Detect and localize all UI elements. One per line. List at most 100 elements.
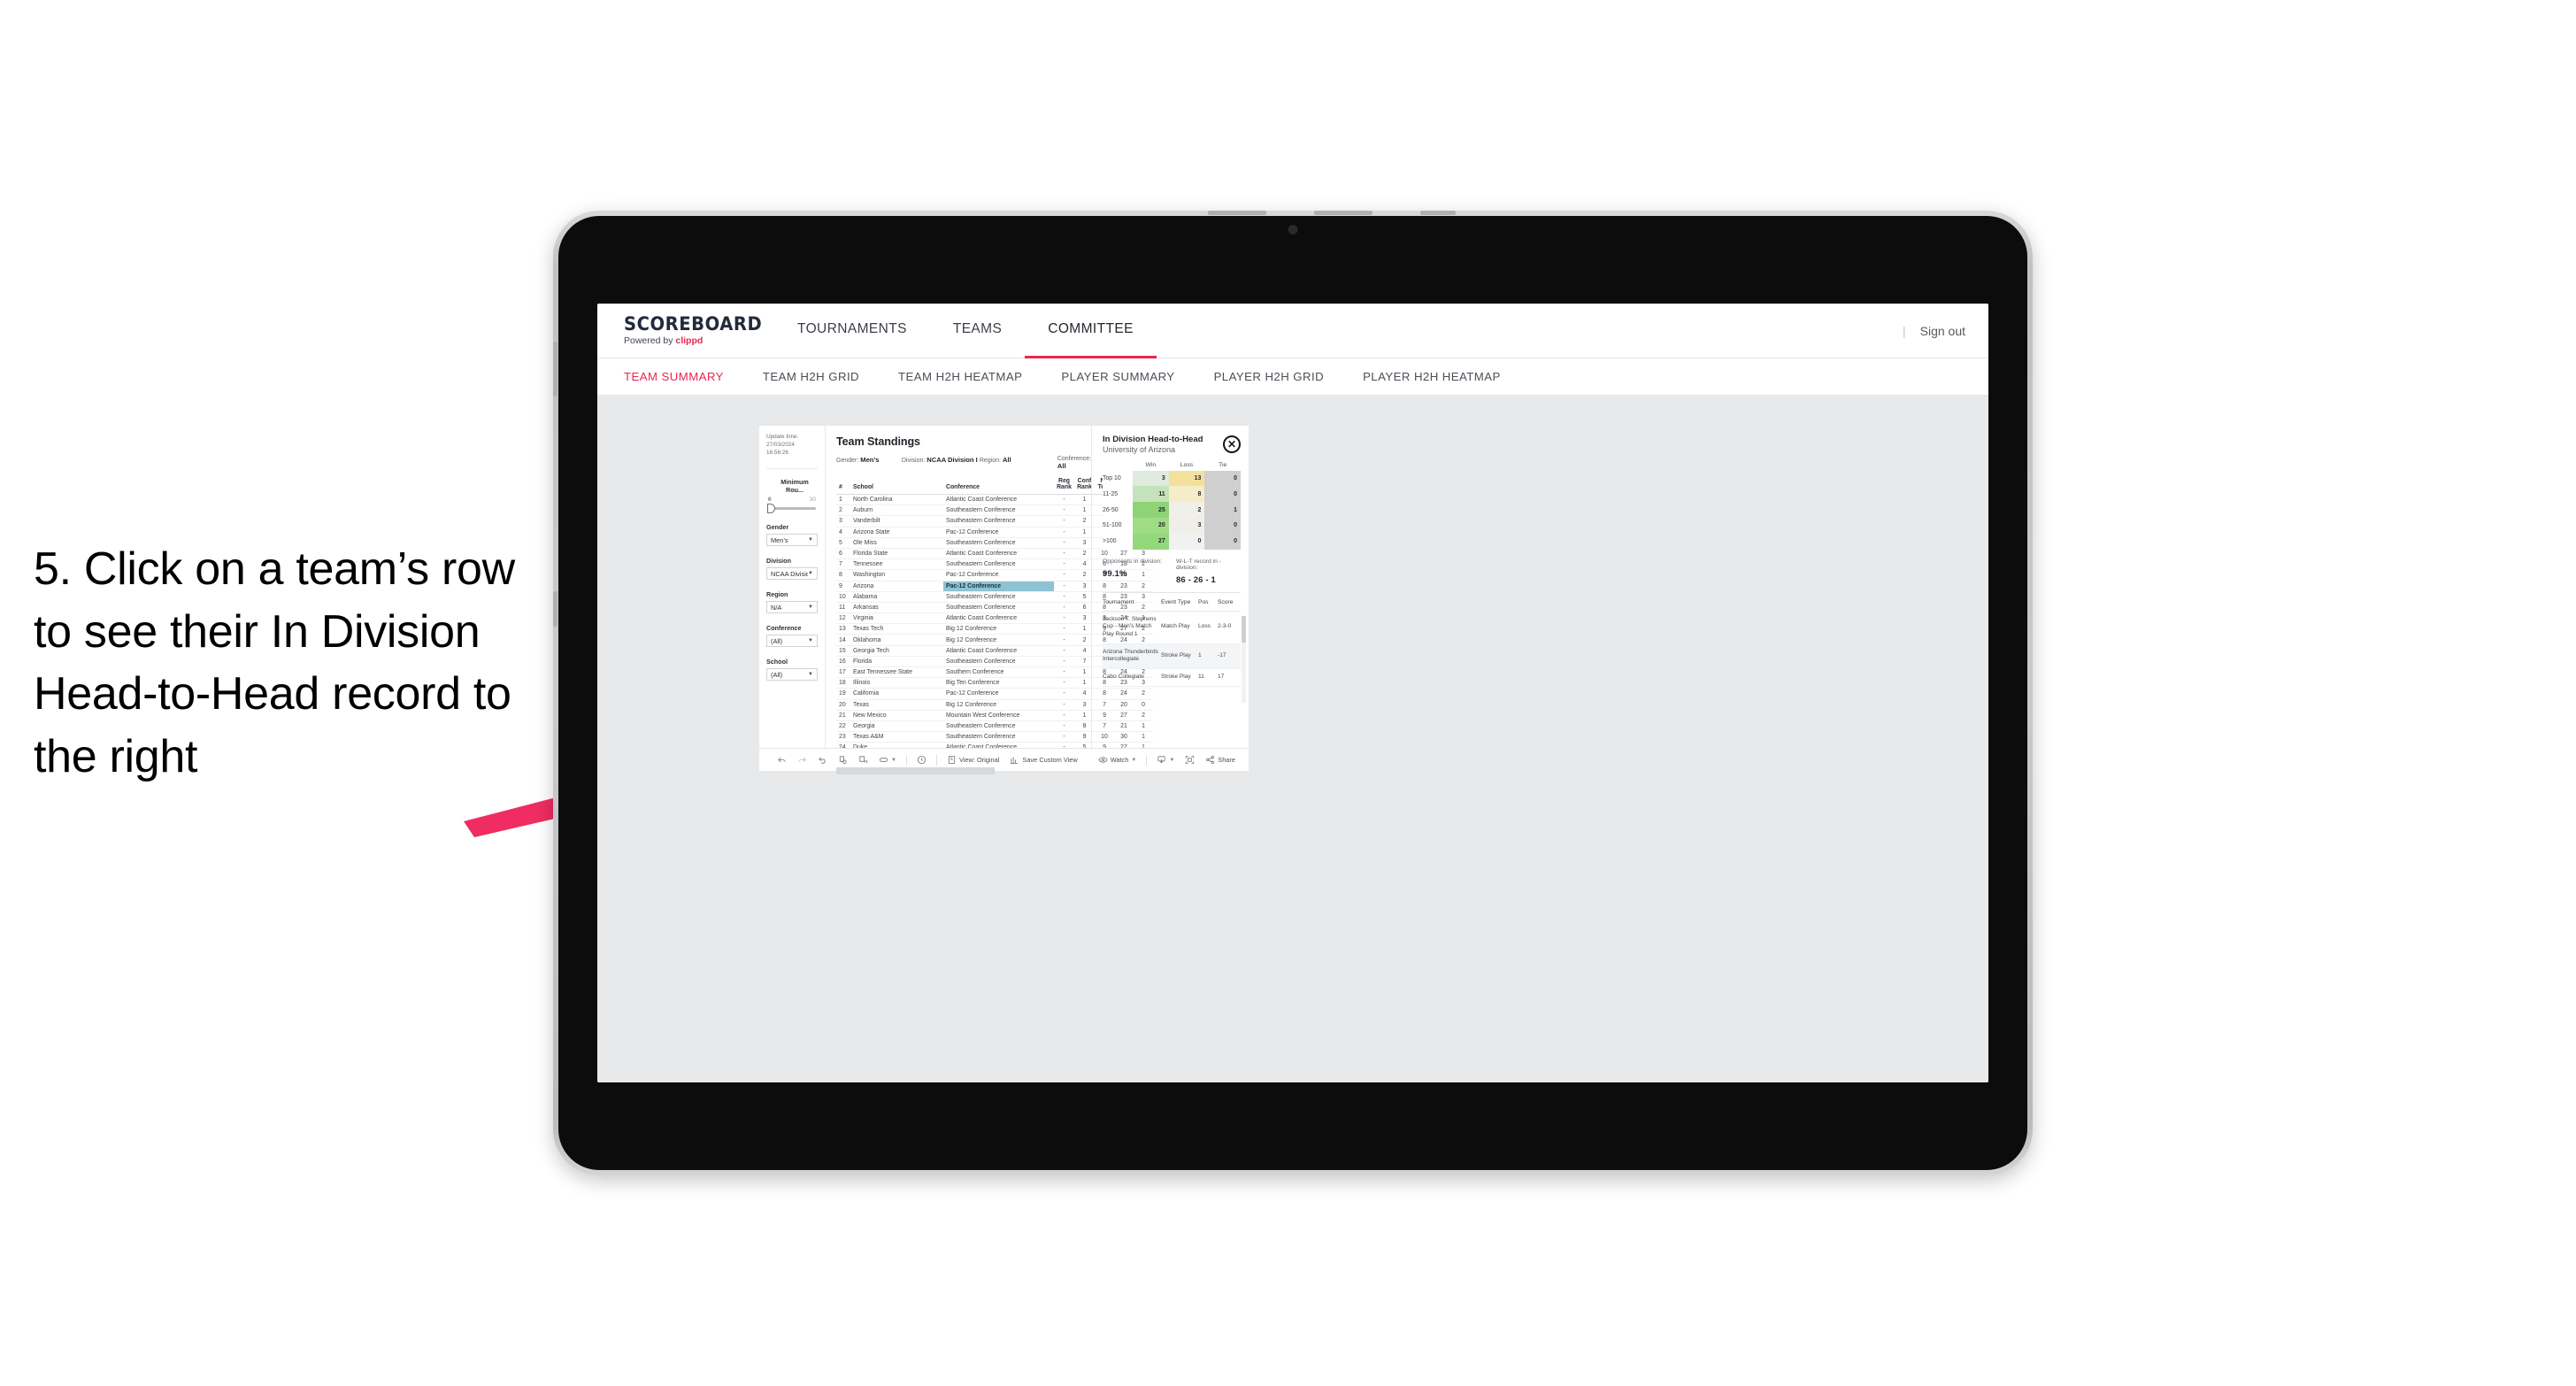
detail-vertical-scrollbar[interactable] (1242, 616, 1246, 703)
tab-player-h2h-grid[interactable]: PLAYER H2H GRID (1195, 370, 1344, 383)
list-item[interactable]: Jackson T. Stephens Cup - Men’s Match Pl… (1103, 611, 1241, 644)
tablet-screen: SCOREBOARD Powered by clippd TOURNAMENTS… (597, 304, 1988, 1082)
reg-rank-cell: - (1054, 504, 1074, 517)
save-custom-view-button[interactable]: Save Custom View (1004, 755, 1082, 765)
conference-cell: Pac-12 Conference (943, 581, 1054, 592)
division-select[interactable]: NCAA Division I ▼ (766, 567, 818, 581)
school-cell: New Mexico (850, 710, 943, 721)
sign-out-link[interactable]: Sign out (1920, 324, 1965, 338)
tab-team-summary[interactable]: TEAM SUMMARY (624, 370, 743, 383)
conference-cell: Big 12 Conference (943, 699, 1054, 711)
th-rank[interactable]: # (836, 476, 850, 495)
redo-button[interactable] (792, 755, 812, 765)
reg-rank-cell: - (1054, 569, 1074, 581)
share-button[interactable]: Share (1200, 755, 1241, 765)
h2h-loss-cell: 13 (1168, 470, 1205, 487)
event-score-cell: -17 (1218, 643, 1241, 670)
slider-handle[interactable] (767, 504, 775, 514)
h2h-loss-cell: 3 (1168, 518, 1205, 534)
school-select[interactable]: (All) ▼ (766, 668, 818, 681)
th-loss: Loss (1180, 461, 1194, 468)
th-tournament[interactable]: Tournament (1103, 592, 1161, 612)
region-select[interactable]: N/A ▼ (766, 601, 818, 614)
reg-rank-cell: - (1054, 699, 1074, 711)
reg-rank-cell: - (1054, 656, 1074, 668)
reg-rank-cell: - (1054, 688, 1074, 700)
chevron-down-icon[interactable]: ▼ (1131, 758, 1136, 763)
redo-icon (798, 757, 806, 763)
dashboard-canvas: Update time: 27/03/2024 16:56:26 Minimum… (597, 396, 1988, 1082)
th-event-type[interactable]: Event Type (1161, 592, 1198, 612)
conference-cell: Big 12 Conference (943, 634, 1054, 646)
view-original-button[interactable]: View: Original (942, 755, 1004, 765)
watch-button[interactable]: Watch ▼ (1093, 755, 1142, 765)
refresh-data-button[interactable] (833, 755, 853, 765)
tablet-device-frame: SCOREBOARD Powered by clippd TOURNAMENTS… (553, 211, 2033, 1175)
list-item[interactable]: Arizona Thunderbirds Intercollegiate Stro… (1103, 643, 1241, 670)
event-score-cell: 17 (1218, 668, 1241, 687)
conference-select[interactable]: (All) ▼ (766, 635, 818, 648)
event-type-cell: Stroke Play (1161, 668, 1198, 687)
tab-player-h2h-heatmap[interactable]: PLAYER H2H HEATMAP (1343, 370, 1520, 383)
tab-team-h2h-heatmap[interactable]: TEAM H2H HEATMAP (879, 370, 1042, 383)
school-value: (All) (771, 670, 783, 679)
filter-region: Region N/A ▼ (766, 590, 818, 614)
fullscreen-button[interactable] (1180, 755, 1200, 765)
chevron-down-icon[interactable]: ▼ (891, 758, 896, 763)
tab-player-summary[interactable]: PLAYER SUMMARY (1042, 370, 1194, 383)
conference-cell: Southeastern Conference (943, 720, 1054, 733)
close-icon[interactable]: ✕ (1223, 435, 1241, 453)
rank-cell: 19 (836, 688, 850, 700)
history-button[interactable] (911, 755, 932, 765)
nav-item-tournaments[interactable]: TOURNAMENTS (774, 304, 930, 358)
view-shape-icon (879, 758, 888, 762)
reg-rank-cell: - (1054, 581, 1074, 592)
conference-cell: Southern Conference (943, 666, 1054, 679)
minimum-rounds-slider[interactable] (766, 504, 818, 514)
reg-rank-cell: - (1054, 634, 1074, 646)
rank-cell: 23 (836, 731, 850, 743)
th-school[interactable]: School (850, 476, 943, 495)
th-score[interactable]: Score (1218, 592, 1241, 612)
list-item[interactable]: Cabo Collegiate Stroke Play 11 17 (1103, 668, 1241, 687)
primary-nav: TOURNAMENTS TEAMS COMMITTEE (774, 304, 1157, 358)
conference-cell: Big 12 Conference (943, 623, 1054, 635)
conference-cell: Atlantic Coast Conference (943, 494, 1054, 506)
rank-cell: 15 (836, 645, 850, 657)
h2h-tie-cell: 0 (1204, 533, 1241, 550)
head-to-head-table-body: Top 10 3 13 0 11-25 11 8 0 26-50 25 2 1 51-100 20 3 0 >1… (1103, 470, 1241, 550)
chevron-down-icon[interactable]: ▼ (1169, 758, 1174, 763)
school-cell: Auburn (850, 504, 943, 517)
revert-button[interactable] (812, 755, 833, 765)
nav-item-committee[interactable]: COMMITTEE (1025, 304, 1157, 358)
breadcrumb-region-key: Region: (979, 458, 1001, 464)
reg-rank-cell: - (1054, 537, 1074, 549)
conference-cell: Southeastern Conference (943, 515, 1054, 527)
minimum-rounds-label: Minimum Rou... (780, 478, 809, 495)
conference-cell: Southeastern Conference (943, 656, 1054, 668)
th-reg-rank[interactable]: Reg Rank (1054, 476, 1074, 495)
fullscreen-icon (1186, 755, 1195, 765)
opponents-in-division-stat: Opponents in division: 99.1% (1103, 558, 1176, 584)
download-button[interactable]: ▼ (1151, 755, 1180, 765)
conference-value: (All) (771, 636, 783, 645)
pause-updates-button[interactable] (853, 755, 873, 765)
conference-cell: Pac-12 Conference (943, 688, 1054, 700)
tab-team-h2h-grid[interactable]: TEAM H2H GRID (743, 370, 879, 383)
rank-cell: 1 (836, 494, 850, 506)
th-pos[interactable]: Pos (1198, 592, 1218, 612)
conference-cell: Atlantic Coast Conference (943, 612, 1054, 625)
scrollbar-thumb[interactable] (836, 766, 995, 774)
school-cell: Arkansas (850, 602, 943, 614)
nav-item-teams[interactable]: TEAMS (930, 304, 1025, 358)
th-conference[interactable]: Conference (943, 476, 1054, 495)
gender-select[interactable]: Men’s ▼ (766, 534, 818, 547)
brand-logo[interactable]: SCOREBOARD Powered by clippd (624, 315, 762, 346)
rank-cell: 3 (836, 515, 850, 527)
view-shape-button[interactable]: ▼ (873, 755, 902, 765)
toolbar-divider-1 (905, 754, 907, 766)
detail-scrollbar-thumb[interactable] (1242, 616, 1246, 643)
head-to-head-panel: In Division Head-to-Head University of A… (1091, 426, 1249, 748)
breadcrumb-gender: Gender: Men’s (836, 456, 902, 470)
undo-button[interactable] (772, 755, 792, 765)
